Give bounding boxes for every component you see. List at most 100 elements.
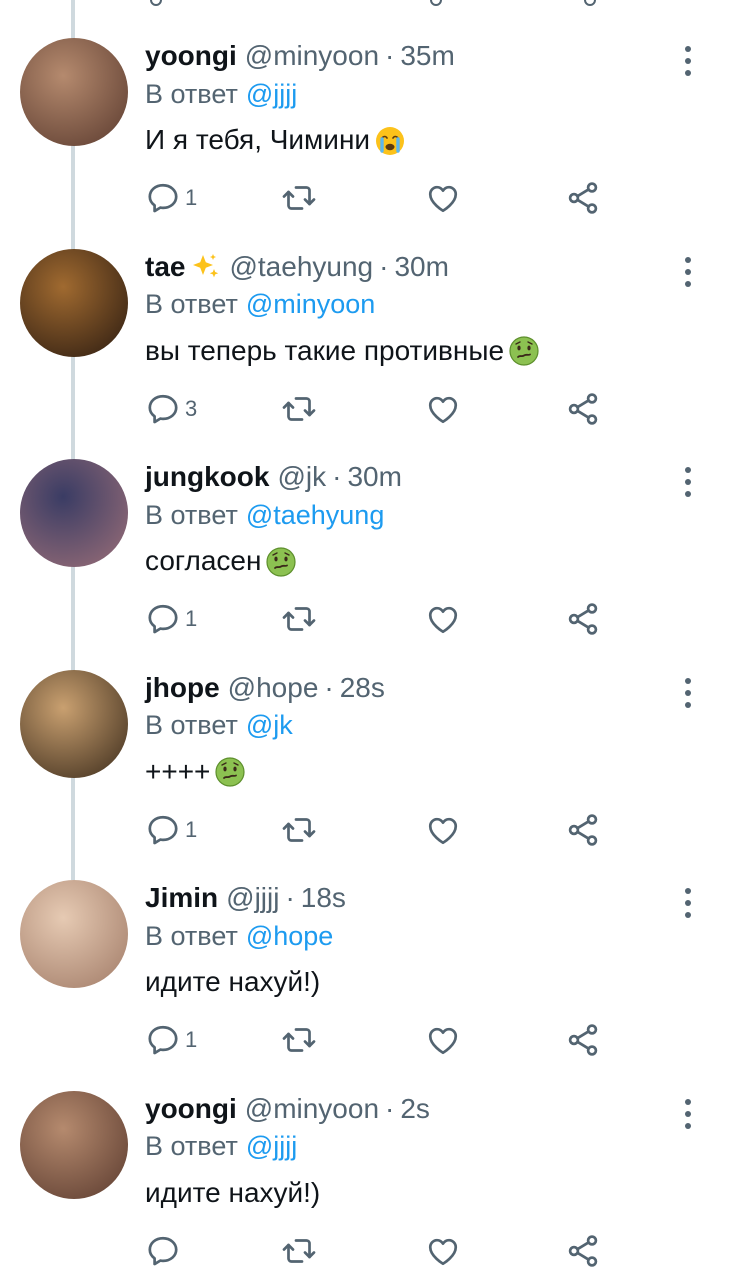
replying-to: В ответ @jk — [145, 708, 742, 744]
reply-mention-link[interactable]: @taehyung — [246, 500, 385, 531]
tweet-text: вы теперь такие противные — [145, 331, 742, 371]
display-name[interactable]: yoongi — [145, 1093, 237, 1125]
reply-mention-link[interactable]: @jk — [246, 710, 293, 741]
avatar[interactable] — [20, 459, 128, 567]
reply-button[interactable]: 1 — [145, 599, 197, 639]
avatar[interactable] — [20, 248, 128, 357]
replying-to: В ответ @hope — [145, 918, 742, 954]
tweet-text-content: вы теперь такие противные — [145, 334, 505, 366]
reply-mention-link[interactable]: @minyoon — [246, 289, 375, 320]
reply-button[interactable]: 1 — [145, 810, 197, 850]
crying-face-emoji — [370, 123, 406, 157]
more-options-icon[interactable] — [682, 888, 694, 918]
replying-to: В ответ @jjjj — [145, 1129, 742, 1165]
reply-icon — [148, 1236, 178, 1265]
timestamp[interactable]: 30m — [394, 251, 448, 283]
avatar[interactable] — [20, 1090, 128, 1199]
display-name[interactable]: jungkook — [145, 461, 269, 493]
reply-count: 3 — [185, 395, 198, 421]
display-name[interactable]: yoongi — [145, 40, 237, 72]
reply-button[interactable]: 1 — [145, 1020, 197, 1060]
tweet-2[interactable]: tae @taehyung · 30m В ответ @minyoon вы … — [0, 247, 742, 458]
separator-dot: · — [385, 40, 395, 71]
like-button[interactable] — [425, 599, 461, 639]
like-button[interactable] — [425, 1231, 461, 1271]
retweet-button[interactable] — [281, 599, 317, 639]
more-options-icon[interactable] — [682, 1098, 694, 1129]
separator-dot: · — [285, 882, 295, 913]
avatar[interactable] — [20, 669, 128, 778]
tweet-text-content: согласен — [145, 545, 262, 576]
share-button[interactable] — [565, 810, 601, 850]
tweet-6[interactable]: yoongi @minyoon · 2s В ответ @jjjj идите… — [0, 1089, 742, 1280]
more-options-icon[interactable] — [682, 677, 694, 708]
user-handle[interactable]: @taehyung — [229, 251, 373, 283]
display-name[interactable]: tae — [145, 251, 185, 283]
separator-dot: · — [324, 671, 334, 703]
tweet-actions: 1 — [145, 1020, 615, 1060]
reply-mention-link[interactable]: @jjjj — [246, 1131, 297, 1162]
separator-dot: · — [332, 461, 342, 492]
like-button[interactable] — [425, 1020, 461, 1060]
retweet-button[interactable] — [281, 1231, 317, 1271]
replying-to: В ответ @taehyung — [145, 497, 742, 533]
user-handle[interactable]: @jjjj — [226, 882, 279, 914]
retweet-icon — [282, 1028, 316, 1052]
tweet-text-content: идите нахуй!) — [145, 1176, 321, 1208]
tweet-actions: 1 — [145, 810, 615, 850]
share-button[interactable] — [565, 178, 601, 218]
share-icon — [568, 813, 598, 846]
display-name[interactable]: Jimin — [145, 882, 218, 914]
user-handle[interactable]: @hope — [228, 672, 319, 704]
user-handle[interactable]: @jk — [277, 461, 326, 493]
tweet-5[interactable]: Jimin @jjjj · 18s В ответ @hope идите на… — [0, 878, 742, 1089]
more-options-icon[interactable] — [682, 46, 694, 76]
timestamp[interactable]: 2s — [400, 1093, 430, 1125]
display-name[interactable]: jhope — [145, 672, 220, 704]
like-button[interactable] — [425, 178, 461, 218]
timestamp[interactable]: 28s — [340, 672, 385, 704]
share-icon — [568, 392, 598, 425]
like-button[interactable] — [425, 389, 461, 429]
like-button[interactable] — [425, 810, 461, 850]
reply-mention-link[interactable]: @hope — [246, 921, 333, 952]
more-options-icon[interactable] — [682, 467, 694, 497]
tweet-4[interactable]: jhope @hope · 28s В ответ @jk ++++ 1 — [0, 668, 742, 879]
tweet-body: jhope @hope · 28s В ответ @jk ++++ — [145, 668, 742, 792]
tweet-text: И я тебя, Чимини — [145, 120, 742, 160]
tweet-body: Jimin @jjjj · 18s В ответ @hope идите на… — [145, 878, 742, 1002]
reply-icon — [148, 394, 178, 423]
retweet-icon — [282, 396, 316, 421]
tweet-3[interactable]: jungkook @jk · 30m В ответ @taehyung сог… — [0, 457, 742, 668]
tweet-body: tae @taehyung · 30m В ответ @minyoon вы … — [145, 247, 742, 371]
avatar[interactable] — [20, 38, 128, 146]
timestamp[interactable]: 35m — [400, 40, 454, 72]
retweet-button[interactable] — [281, 1020, 317, 1060]
replying-to-label: В ответ — [145, 710, 238, 740]
timestamp[interactable]: 18s — [301, 882, 346, 914]
previous-tweet-actions-partial — [0, 0, 742, 8]
retweet-button[interactable] — [281, 810, 317, 850]
reply-icon — [148, 183, 178, 213]
tweet-header: jungkook @jk · 30m — [145, 457, 742, 497]
reply-mention-link[interactable]: @jjjj — [246, 79, 297, 110]
retweet-button[interactable] — [281, 178, 317, 218]
reply-button[interactable] — [145, 1231, 181, 1271]
timestamp[interactable]: 30m — [347, 461, 401, 493]
user-handle[interactable]: @minyoon — [245, 40, 379, 72]
tweet-1[interactable]: yoongi @minyoon · 35m В ответ @jjjj И я … — [0, 36, 742, 247]
share-button[interactable] — [565, 1231, 601, 1271]
more-options-icon[interactable] — [682, 256, 694, 287]
share-button[interactable] — [565, 599, 601, 639]
retweet-button[interactable] — [281, 389, 317, 429]
heart-icon — [428, 817, 458, 844]
replying-to: В ответ @minyoon — [145, 287, 742, 323]
avatar[interactable] — [20, 880, 128, 988]
user-handle[interactable]: @minyoon — [245, 1093, 379, 1125]
reply-button[interactable]: 1 — [145, 178, 197, 218]
reply-button[interactable]: 3 — [145, 389, 197, 429]
tweet-actions: 1 — [145, 599, 615, 639]
share-button[interactable] — [565, 389, 601, 429]
share-button[interactable] — [565, 1020, 601, 1060]
tweet-header: yoongi @minyoon · 2s — [145, 1089, 742, 1129]
